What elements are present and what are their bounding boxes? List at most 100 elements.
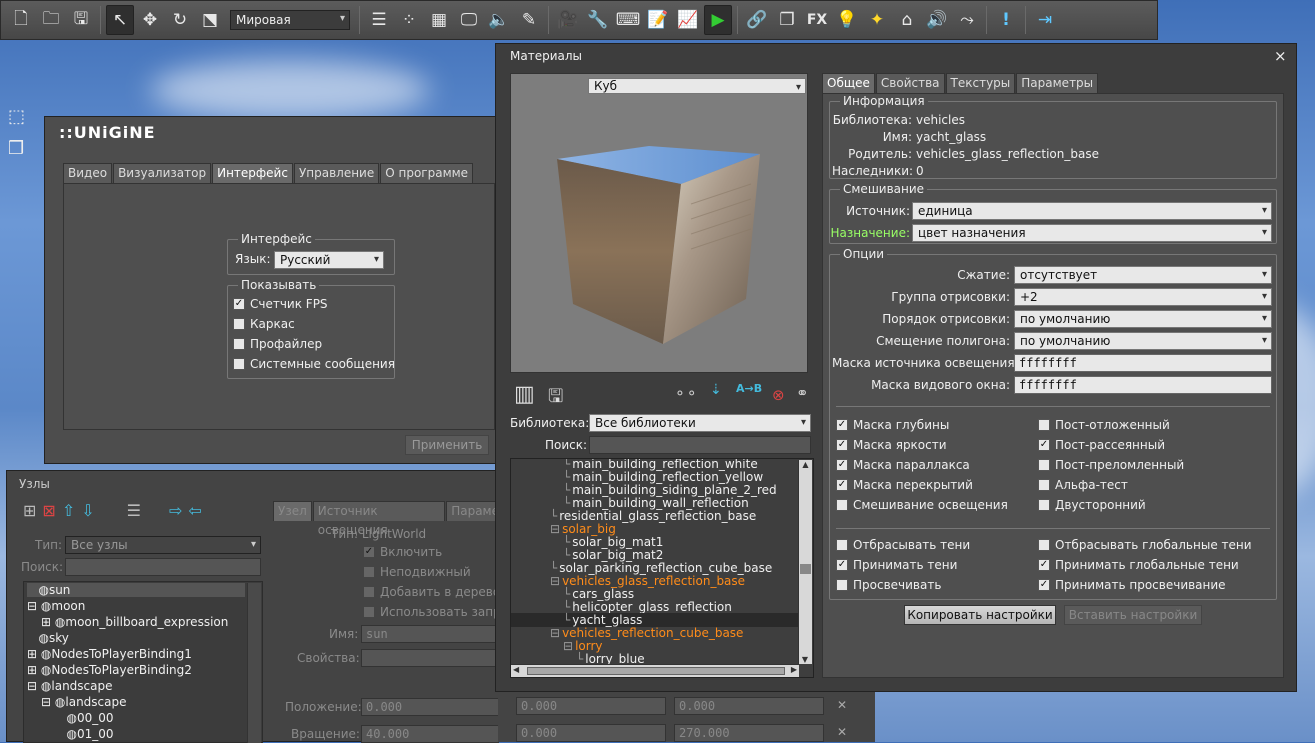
- checkbox[interactable]: ✓: [1038, 579, 1050, 591]
- graph-icon[interactable]: 📈: [674, 5, 702, 35]
- rot-z-field[interactable]: 270.000: [674, 724, 824, 742]
- node-tree-scrollbar[interactable]: [247, 583, 261, 743]
- material-tree-item[interactable]: └ cars_glass: [511, 587, 801, 601]
- checkbox[interactable]: ✓: [836, 479, 848, 491]
- rotate-icon[interactable]: ↻: [166, 5, 194, 35]
- tab-about[interactable]: О программе: [380, 163, 474, 183]
- node-tree-item[interactable]: ⊞ ◍NodesToPlayerBinding1: [27, 647, 192, 661]
- material-option[interactable]: Отбрасывать глобальные тени: [1038, 538, 1252, 552]
- material-tree-item[interactable]: └ solar_parking_reflection_cube_base: [511, 561, 801, 575]
- show-option[interactable]: Системные сообщения: [233, 357, 395, 371]
- save-icon[interactable]: 🖫: [67, 5, 95, 35]
- scroll-right-icon[interactable]: ▶: [791, 665, 797, 674]
- move-up-icon[interactable]: ⇧: [62, 501, 75, 520]
- material-option[interactable]: Пост-преломленный: [1038, 458, 1184, 472]
- light-bulb-icon[interactable]: 💡: [833, 5, 861, 35]
- checkbox[interactable]: [1038, 459, 1050, 471]
- clear-position-icon[interactable]: ✕: [837, 698, 847, 712]
- coord-mode-select[interactable]: Мировая: [230, 10, 350, 30]
- material-option[interactable]: ✓ Принимать тени: [836, 558, 957, 572]
- material-tree-item[interactable]: └ residential_glass_reflection_base: [511, 509, 801, 523]
- checkbox[interactable]: [836, 539, 848, 551]
- node-tree-item[interactable]: ◍sun: [27, 583, 245, 597]
- box-icon[interactable]: ⬚: [8, 106, 25, 127]
- node-tree-item[interactable]: ◍01_00: [55, 727, 113, 741]
- tab-general[interactable]: Общее: [822, 73, 875, 93]
- pos-z-field[interactable]: 0.000: [674, 697, 824, 715]
- material-tree-item[interactable]: └ solar_big_mat2: [511, 548, 801, 562]
- tab-controls[interactable]: Управление: [293, 163, 380, 183]
- material-tree-item[interactable]: └ solar_big_mat1: [511, 535, 801, 549]
- fx-icon[interactable]: FX: [803, 5, 831, 35]
- tab-node[interactable]: Узел: [273, 501, 312, 521]
- reparent-material-icon[interactable]: ⚭: [796, 384, 809, 402]
- material-option[interactable]: ✓ Принимать глобальные тени: [1038, 558, 1239, 572]
- hscroll-thumb[interactable]: [527, 667, 785, 675]
- import-node-icon[interactable]: ⇦: [188, 501, 201, 520]
- node-option[interactable]: Использовать запр: [363, 605, 501, 619]
- material-option[interactable]: ✓ Маска глубины: [836, 418, 949, 432]
- scroll-left-icon[interactable]: ◀: [513, 665, 519, 674]
- add-node-icon[interactable]: ⊞: [23, 501, 36, 520]
- sound-settings-icon[interactable]: 🔈: [485, 5, 513, 35]
- scroll-up-icon[interactable]: ▲: [799, 460, 812, 469]
- tab-video[interactable]: Видео: [63, 163, 113, 183]
- material-tree-item[interactable]: └ main_building_siding_plane_2_red: [511, 483, 801, 497]
- tab-properties[interactable]: Свойства: [875, 73, 945, 93]
- checkbox[interactable]: ✓: [836, 459, 848, 471]
- node-props-select[interactable]: [361, 649, 501, 667]
- boxes-icon[interactable]: ❒: [8, 138, 24, 159]
- material-tree-item[interactable]: ⊟ solar_big: [511, 522, 801, 536]
- node-tree-item[interactable]: ◍sky: [27, 631, 68, 645]
- material-tree-item[interactable]: └ yacht_glass: [511, 613, 801, 627]
- checkbox[interactable]: [1038, 479, 1050, 491]
- scroll-thumb[interactable]: [800, 564, 811, 574]
- decal-icon[interactable]: ✦: [863, 5, 891, 35]
- node-type-select[interactable]: Все узлы: [65, 536, 261, 554]
- save-material-icon[interactable]: 🖫: [548, 384, 563, 414]
- material-tree-vscroll[interactable]: ▲ ▼: [798, 460, 812, 664]
- material-option[interactable]: Смешивание освещения: [836, 498, 1008, 512]
- expand-icon[interactable]: [55, 711, 63, 725]
- checkbox[interactable]: [233, 318, 245, 330]
- path-icon[interactable]: ⤳: [953, 5, 981, 35]
- materials-icon[interactable]: ⁘: [395, 5, 423, 35]
- tab-parameters[interactable]: Параметры: [1016, 73, 1099, 93]
- checkbox[interactable]: [836, 499, 848, 511]
- material-tree-item[interactable]: └ helicopter_glass_reflection: [511, 600, 801, 614]
- checkbox[interactable]: ✓: [836, 439, 848, 451]
- material-option[interactable]: Двусторонний: [1038, 498, 1146, 512]
- pos-y-field[interactable]: 0.000: [516, 697, 666, 715]
- material-option[interactable]: Пост-отложенный: [1038, 418, 1170, 432]
- option-select[interactable]: отсутствует: [1014, 266, 1272, 284]
- node-option[interactable]: Добавить в дерево: [363, 585, 500, 599]
- material-option[interactable]: ✓ Пост-рассеянный: [1038, 438, 1165, 452]
- rot-x-field[interactable]: 40.000: [361, 725, 499, 743]
- expand-icon[interactable]: ⊟: [41, 695, 51, 709]
- node-tree-item[interactable]: ◍00_00: [55, 711, 113, 725]
- checkbox[interactable]: [363, 586, 375, 598]
- material-tree-item[interactable]: ⊟ vehicles_glass_reflection_base: [511, 574, 801, 588]
- checkbox[interactable]: ✓: [1038, 439, 1050, 451]
- rename-material-icon[interactable]: A→B: [736, 382, 762, 395]
- material-option[interactable]: ✓ Маска яркости: [836, 438, 947, 452]
- mask-field[interactable]: ffffffff: [1014, 354, 1272, 372]
- node-option[interactable]: ✓ Включить: [363, 545, 442, 559]
- list-icon[interactable]: ☰: [365, 5, 393, 35]
- material-tree-item[interactable]: ⊟ lorry: [511, 639, 801, 653]
- node-name-field[interactable]: sun: [361, 625, 501, 643]
- option-select[interactable]: по умолчанию: [1014, 310, 1272, 328]
- tab-light-source[interactable]: Источник освещения: [312, 501, 446, 537]
- checkbox[interactable]: ✓: [836, 419, 848, 431]
- blend-dest-select[interactable]: цвет назначения: [912, 224, 1272, 242]
- checkbox[interactable]: [363, 606, 375, 618]
- library-icon[interactable]: ▥: [514, 382, 535, 407]
- scroll-down-icon[interactable]: ▼: [799, 655, 811, 664]
- new-file-icon[interactable]: 🗋: [7, 5, 35, 35]
- expand-icon[interactable]: [55, 727, 63, 741]
- checkbox[interactable]: ✓: [836, 559, 848, 571]
- script-icon[interactable]: 📝: [644, 5, 672, 35]
- option-select[interactable]: +2: [1014, 288, 1272, 306]
- cube-icon[interactable]: ❐: [773, 5, 801, 35]
- house-icon[interactable]: ⌂: [893, 5, 921, 35]
